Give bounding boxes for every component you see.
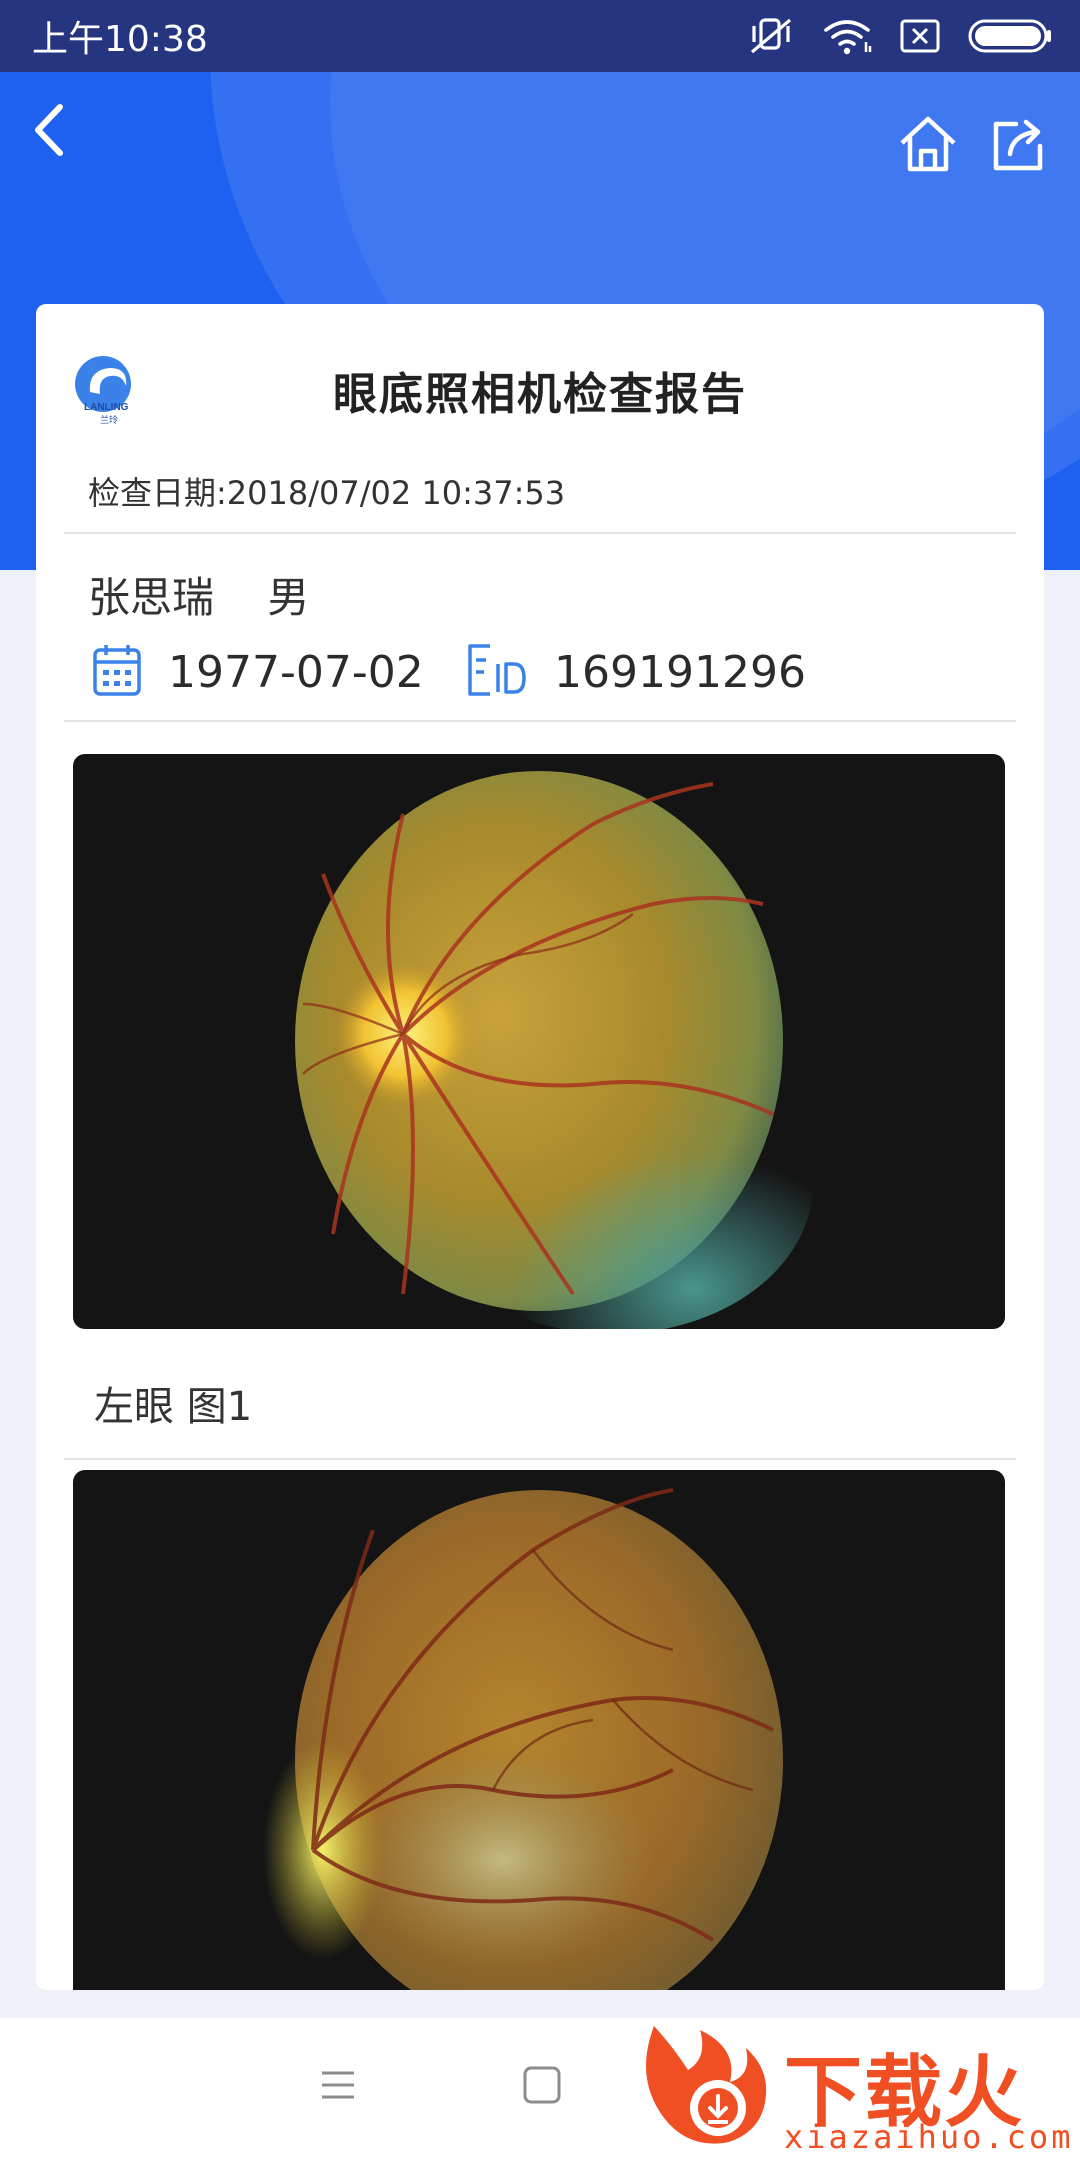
- battery-icon: [968, 18, 1052, 54]
- share-icon: [988, 114, 1048, 178]
- birth-date-row: 1977-07-02: [92, 642, 424, 702]
- square-home-icon: [522, 2065, 562, 2109]
- report-card: LANLING 兰玲 眼底照相机检查报告 检查日期:2018/07/02 10:…: [36, 304, 1044, 1990]
- status-time: 上午10:38: [32, 19, 208, 60]
- report-title: 眼底照相机检查报告: [333, 369, 747, 420]
- fundus-image-2[interactable]: [73, 1470, 1005, 1990]
- status-bar: 上午10:38: [0, 0, 1080, 72]
- patient-name: 张思瑞: [88, 573, 215, 622]
- id-card-icon: [466, 642, 528, 702]
- flame-logo-icon: [646, 2026, 767, 2144]
- divider: [64, 720, 1016, 722]
- mute-icon: [748, 16, 794, 56]
- exam-date-label: 检查日期:: [88, 474, 227, 512]
- divider: [64, 532, 1016, 534]
- status-icons: [748, 16, 1052, 56]
- divider: [64, 1458, 1016, 1460]
- patient-id: 169191296: [554, 646, 806, 698]
- menu-button[interactable]: [316, 2062, 360, 2112]
- id-row: 169191296: [466, 642, 806, 702]
- home-button[interactable]: [894, 112, 962, 180]
- back-arrow-icon: [30, 103, 66, 161]
- patient-name-gender: 张思瑞 男: [88, 564, 309, 625]
- home-icon: [897, 113, 959, 179]
- watermark-subtext: xiazaihuo.com: [784, 2118, 1074, 2156]
- menu-icon: [318, 2067, 358, 2107]
- home-nav-button[interactable]: [520, 2062, 564, 2112]
- system-nav-bar: 下载火 xiazaihuo.com: [0, 2018, 1080, 2160]
- watermark: 下载火 xiazaihuo.com: [634, 2018, 1080, 2160]
- exam-date: 检查日期:2018/07/02 10:37:53: [88, 468, 565, 514]
- share-button[interactable]: [984, 112, 1052, 180]
- calendar-icon: [92, 642, 142, 702]
- exam-date-value: 2018/07/02 10:37:53: [226, 474, 566, 512]
- patient-gender: 男: [267, 573, 310, 622]
- back-button[interactable]: [18, 102, 78, 162]
- birth-date: 1977-07-02: [168, 646, 424, 698]
- sim-off-icon: [900, 18, 940, 54]
- image-caption: 左眼 图1: [94, 1384, 253, 1430]
- fundus-image-1[interactable]: [73, 754, 1005, 1329]
- wifi-icon: [822, 16, 872, 56]
